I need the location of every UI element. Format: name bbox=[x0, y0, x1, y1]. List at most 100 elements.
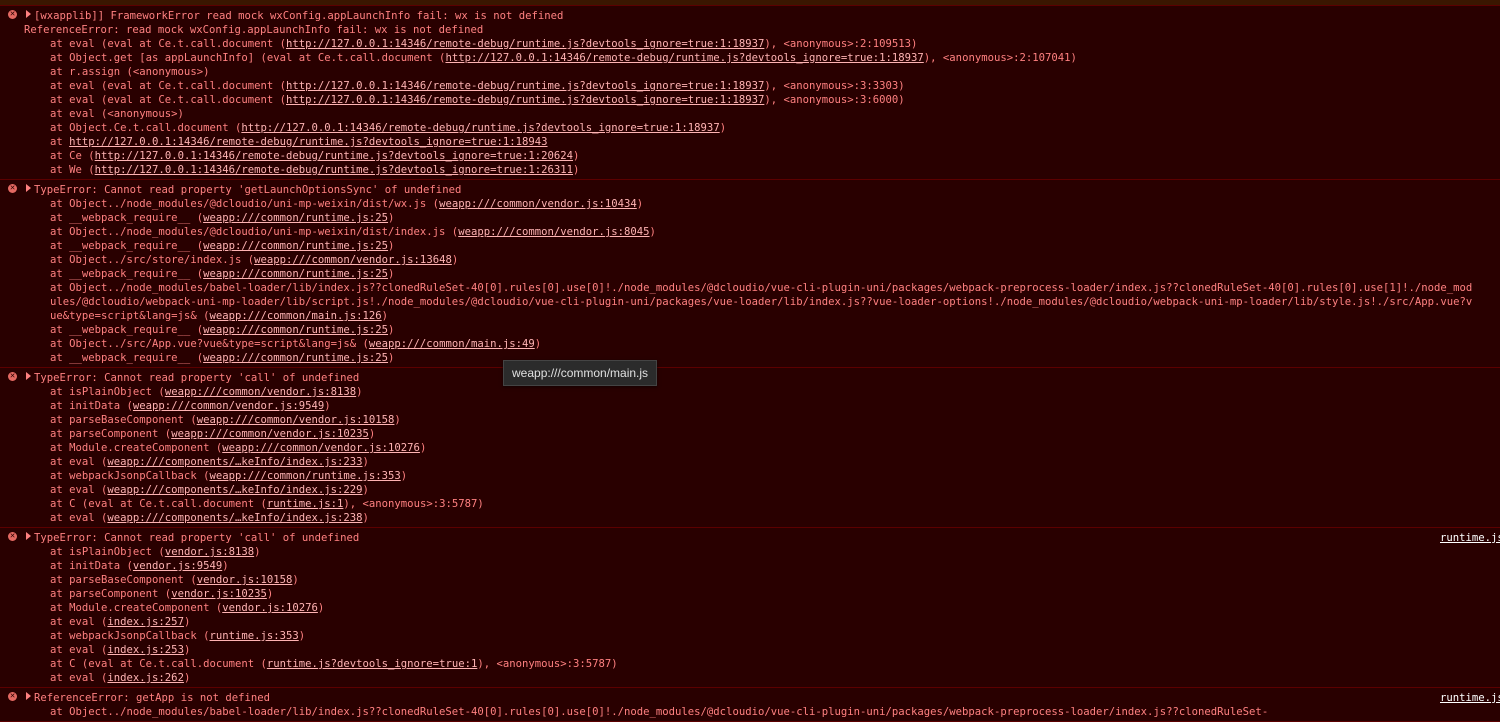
stack-frame-text: at __webpack_require__ ( bbox=[50, 240, 204, 252]
stack-frame: at eval (eval at Ce.t.call.document (htt… bbox=[24, 93, 1500, 107]
stack-frame-text: at eval (eval at Ce.t.call.document ( bbox=[50, 80, 286, 92]
error-icon: ✕ bbox=[8, 372, 17, 381]
source-location-link[interactable]: runtime.js bbox=[1440, 531, 1500, 545]
expand-triangle-icon[interactable] bbox=[26, 692, 31, 700]
stack-frame-text: at eval ( bbox=[50, 672, 108, 684]
stack-frame-link[interactable]: runtime.js?devtools_ignore=true:1 bbox=[267, 658, 477, 670]
console-error-entry[interactable]: ✕ TypeError: Cannot read property 'call' … bbox=[0, 528, 1500, 688]
stack-frame-text: at eval ( bbox=[50, 456, 108, 468]
stack-frame-text: ) bbox=[183, 672, 191, 684]
stack-frame-text: ) bbox=[368, 428, 376, 440]
stack-frame-link[interactable]: weapp:///common/vendor.js:8138 bbox=[165, 386, 356, 398]
console-panel: ✕ [wxapplib]] FrameworkError read mock wx… bbox=[0, 0, 1500, 722]
stack-frame-link[interactable]: http://127.0.0.1:14346/remote-debug/runt… bbox=[286, 80, 764, 92]
stack-frame-text: ) bbox=[573, 150, 580, 162]
stack-frame-link[interactable]: http://127.0.0.1:14346/remote-debug/runt… bbox=[286, 94, 764, 106]
console-error-entry[interactable]: ✕ TypeError: Cannot read property 'getLau… bbox=[0, 180, 1500, 368]
stack-frame-text: at C (eval at Ce.t.call.document ( bbox=[50, 658, 267, 670]
stack-frame: at eval (index.js:262) bbox=[24, 671, 1500, 685]
stack-frame-link[interactable]: weapp:///components/…keInfo/index.js:238 bbox=[107, 512, 362, 524]
stack-frame-link[interactable]: weapp:///common/runtime.js:25 bbox=[203, 240, 388, 252]
stack-frame-link[interactable]: weapp:///common/vendor.js:13648 bbox=[254, 254, 452, 266]
stack-frame-text: at __webpack_require__ ( bbox=[50, 268, 204, 280]
stack-frame-link[interactable]: weapp:///common/runtime.js:25 bbox=[203, 352, 388, 364]
stack-frame-text: at Object.Ce.t.call.document ( bbox=[50, 122, 242, 134]
stack-frame-link[interactable]: weapp:///common/main.js:49 bbox=[369, 338, 535, 350]
stack-frame-text: at eval (<anonymous>) bbox=[50, 108, 184, 120]
stack-frame-link[interactable]: vendor.js:9549 bbox=[133, 560, 222, 572]
stack-frame: at C (eval at Ce.t.call.document (runtim… bbox=[24, 657, 1500, 671]
stack-frame-link[interactable]: http://127.0.0.1:14346/remote-debug/runt… bbox=[69, 136, 547, 148]
stack-frame-link[interactable]: index.js:253 bbox=[107, 644, 184, 656]
stack-frame: at eval (eval at Ce.t.call.document (htt… bbox=[24, 79, 1500, 93]
console-error-entry[interactable]: ✕ TypeError: Cannot read property 'call' … bbox=[0, 368, 1500, 528]
stack-frame-text: ), <anonymous>:3:6000) bbox=[764, 94, 905, 106]
stack-frame-text: ) bbox=[254, 546, 261, 558]
expand-triangle-icon[interactable] bbox=[26, 532, 31, 540]
stack-frame-link[interactable]: http://127.0.0.1:14346/remote-debug/runt… bbox=[241, 122, 719, 134]
stack-frame-link[interactable]: http://127.0.0.1:14346/remote-debug/runt… bbox=[95, 150, 573, 162]
stack-frame-text: ) bbox=[183, 616, 191, 628]
stack-frame-text: at parseComponent ( bbox=[50, 428, 172, 440]
stack-frame-text: ) bbox=[362, 484, 369, 496]
stack-frame-link[interactable]: weapp:///common/runtime.js:25 bbox=[203, 324, 388, 336]
stack-frame-link[interactable]: runtime.js:353 bbox=[209, 630, 298, 642]
stack-frame-text: at parseBaseComponent ( bbox=[50, 414, 197, 426]
stack-frame-text: ) bbox=[356, 386, 363, 398]
error-icon: ✕ bbox=[8, 10, 17, 19]
stack-frame-text: ), <anonymous>:3:5787) bbox=[477, 658, 618, 670]
expand-triangle-icon[interactable] bbox=[26, 10, 31, 18]
stack-frame: at isPlainObject (weapp:///common/vendor… bbox=[24, 385, 1500, 399]
source-location-link[interactable]: runtime.js bbox=[1440, 691, 1500, 705]
stack-frame-link[interactable]: weapp:///common/runtime.js:353 bbox=[209, 470, 400, 482]
stack-frame: at r.assign (<anonymous>) bbox=[24, 65, 1500, 79]
stack-frame-text: at webpackJsonpCallback ( bbox=[50, 470, 210, 482]
stack-frame: at __webpack_require__ (weapp:///common/… bbox=[24, 211, 1500, 225]
stack-frame-text: at Ce ( bbox=[50, 150, 95, 162]
stack-frame-link[interactable]: vendor.js:8138 bbox=[165, 546, 254, 558]
stack-frame-link[interactable]: weapp:///common/vendor.js:9549 bbox=[133, 400, 324, 412]
stack-frame-link[interactable]: weapp:///common/vendor.js:10434 bbox=[439, 198, 637, 210]
stack-frame-text: ) bbox=[649, 226, 656, 238]
stack-frame-text: ) bbox=[298, 630, 306, 642]
stack-frame-link[interactable]: vendor.js:10158 bbox=[197, 574, 293, 586]
stack-frame: at webpackJsonpCallback (weapp:///common… bbox=[24, 469, 1500, 483]
stack-frame-link[interactable]: http://127.0.0.1:14346/remote-debug/runt… bbox=[286, 38, 764, 50]
stack-frame-link[interactable]: weapp:///common/vendor.js:10276 bbox=[222, 442, 420, 454]
stack-frame-text: ) bbox=[317, 602, 325, 614]
stack-frame-link[interactable]: index.js:262 bbox=[107, 672, 184, 684]
stack-frame-link[interactable]: weapp:///common/vendor.js:10235 bbox=[171, 428, 369, 440]
stack-frame-text: at initData ( bbox=[50, 400, 133, 412]
stack-frame-link[interactable]: weapp:///common/main.js:126 bbox=[209, 310, 381, 322]
expand-triangle-icon[interactable] bbox=[26, 372, 31, 380]
stack-frame: at webpackJsonpCallback (runtime.js:353) bbox=[24, 629, 1500, 643]
stack-frame-link[interactable]: http://127.0.0.1:14346/remote-debug/runt… bbox=[445, 52, 923, 64]
stack-frame: at Ce (http://127.0.0.1:14346/remote-deb… bbox=[24, 149, 1500, 163]
stack-frame-link[interactable]: weapp:///common/vendor.js:8045 bbox=[458, 226, 649, 238]
stack-frame: at Object../node_modules/@dcloudio/uni-m… bbox=[24, 225, 1500, 239]
stack-frame: at eval (weapp:///components/…keInfo/ind… bbox=[24, 455, 1500, 469]
error-icon: ✕ bbox=[8, 184, 17, 193]
stack-frame-link[interactable]: runtime.js:1 bbox=[267, 498, 344, 510]
console-error-entry[interactable]: ✕ [wxapplib]] FrameworkError read mock wx… bbox=[0, 6, 1500, 180]
stack-frame-link[interactable]: weapp:///common/vendor.js:10158 bbox=[197, 414, 395, 426]
stack-frame: at parseComponent (weapp:///common/vendo… bbox=[24, 427, 1500, 441]
console-error-entry[interactable]: ✕ ReferenceError: getApp is not defined ru… bbox=[0, 688, 1500, 722]
stack-frame-link[interactable]: weapp:///common/runtime.js:25 bbox=[203, 268, 388, 280]
stack-frame-link[interactable]: http://127.0.0.1:14346/remote-debug/runt… bbox=[95, 164, 573, 176]
stack-frame-link[interactable]: index.js:257 bbox=[107, 616, 184, 628]
stack-frame-text: at eval ( bbox=[50, 484, 108, 496]
stack-frame-link[interactable]: weapp:///components/…keInfo/index.js:229 bbox=[107, 484, 362, 496]
stack-frame-text: at Object.get [as appLaunchInfo] (eval a… bbox=[50, 52, 446, 64]
stack-frame: at Object../src/App.vue?vue&type=script&… bbox=[24, 337, 1500, 351]
stack-frame-link[interactable]: vendor.js:10276 bbox=[222, 602, 318, 614]
stack-frame: at __webpack_require__ (weapp:///common/… bbox=[24, 351, 1500, 365]
stack-frame-link[interactable]: vendor.js:10235 bbox=[171, 588, 267, 600]
error-icon: ✕ bbox=[8, 692, 17, 701]
stack-frame-text: at eval (eval at Ce.t.call.document ( bbox=[50, 94, 286, 106]
stack-frame-link[interactable]: weapp:///components/…keInfo/index.js:233 bbox=[107, 456, 362, 468]
stack-frame-text: at eval ( bbox=[50, 644, 108, 656]
stack-frame: at parseComponent (vendor.js:10235) bbox=[24, 587, 1500, 601]
stack-frame-link[interactable]: weapp:///common/runtime.js:25 bbox=[203, 212, 388, 224]
expand-triangle-icon[interactable] bbox=[26, 184, 31, 192]
